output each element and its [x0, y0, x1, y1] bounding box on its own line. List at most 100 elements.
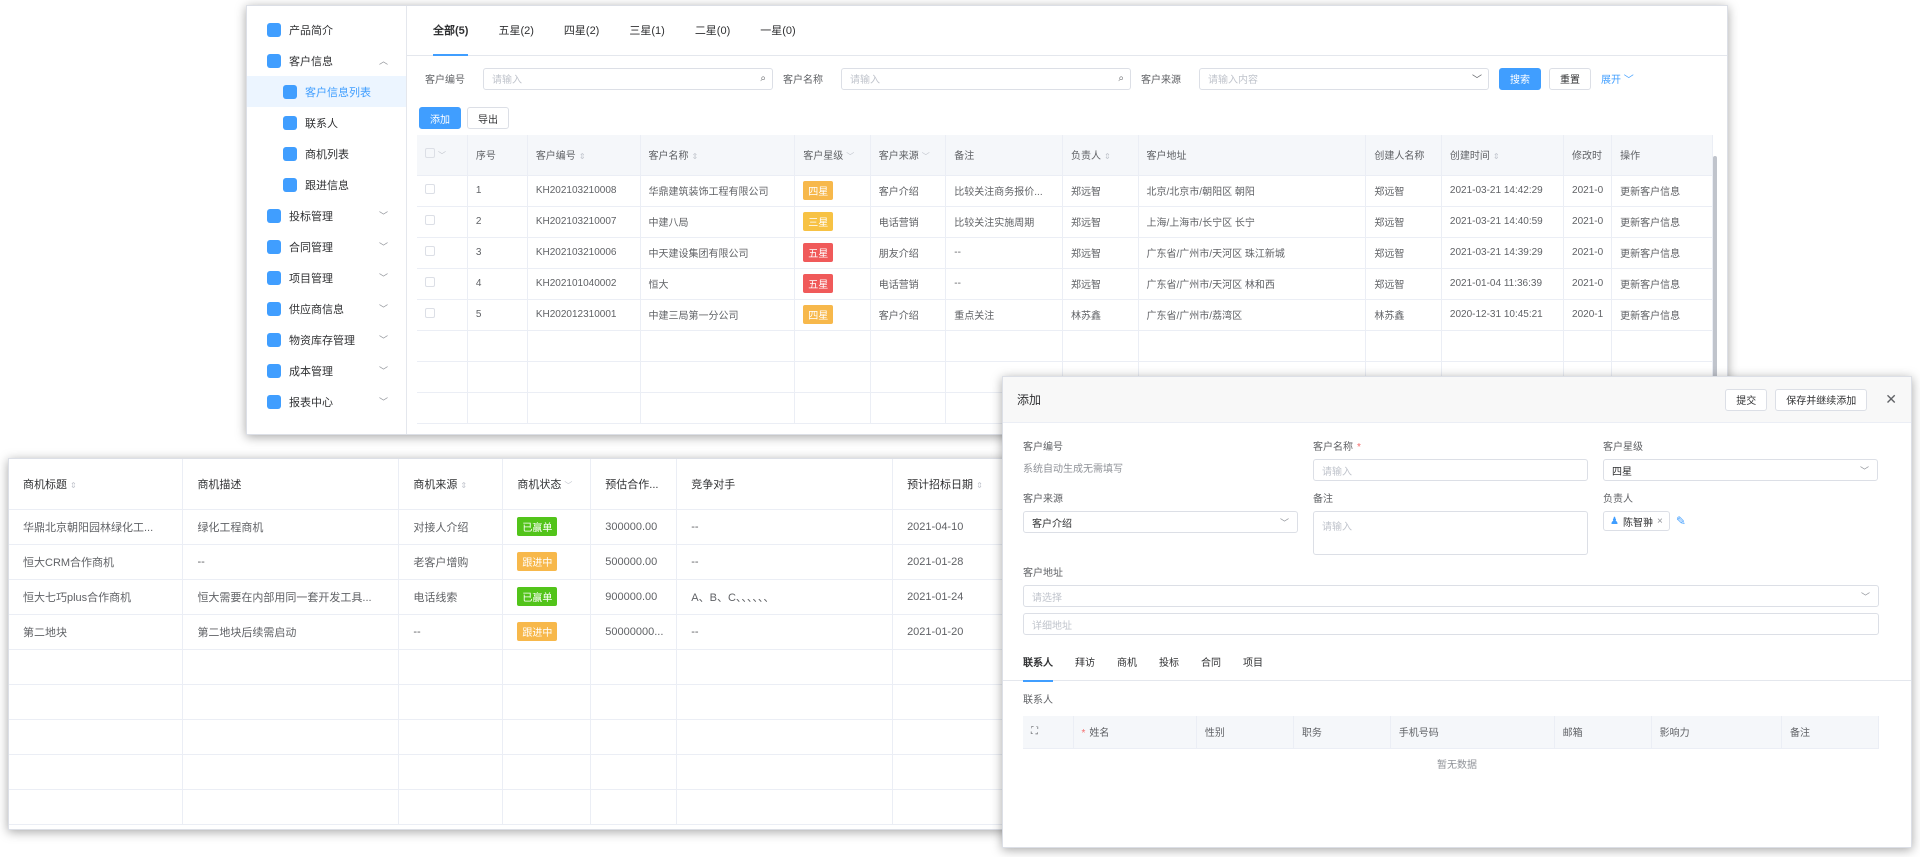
column-header[interactable]: 修改时	[1563, 135, 1613, 176]
empty-cell	[794, 330, 871, 362]
customer-icon	[267, 53, 281, 68]
sort-icon[interactable]: ⇕	[1104, 152, 1111, 161]
filter-icon[interactable]: ﹀	[846, 152, 854, 161]
tab-star[interactable]: 三星(1)	[629, 6, 664, 56]
column-header[interactable]: 备注	[945, 135, 1063, 176]
dialog-tab[interactable]: 拜访	[1075, 653, 1095, 681]
customer-source-select[interactable]: 请输入内容 ﹀	[1199, 67, 1489, 90]
note-textarea[interactable]: 请输入	[1313, 511, 1588, 555]
table-scrollbar[interactable]	[1713, 156, 1717, 386]
sidebar-item[interactable]: 投标管理 ﹀	[247, 200, 406, 231]
customer-name-input[interactable]: 请输入 ⌕	[841, 67, 1131, 90]
chevron-down-icon[interactable]: ﹀	[438, 151, 446, 160]
save-continue-button[interactable]: 保存并继续添加	[1775, 388, 1868, 411]
column-header-label: 商机标题	[23, 478, 67, 491]
detail-address-input[interactable]: 详细地址	[1023, 613, 1879, 635]
sidebar-item[interactable]: 供应商信息 ﹀	[247, 293, 406, 324]
column-header[interactable]: 商机描述	[182, 459, 400, 510]
dialog-tab[interactable]: 投标	[1159, 653, 1179, 681]
sort-icon[interactable]: ⇕	[1493, 152, 1500, 161]
sidebar-item[interactable]: 客户信息列表	[247, 76, 406, 107]
select-all-checkbox[interactable]	[425, 148, 435, 159]
submit-button[interactable]: 提交	[1725, 388, 1768, 411]
dialog-tab[interactable]: 联系人	[1023, 653, 1053, 682]
sidebar-item[interactable]: 合同管理 ﹀	[247, 231, 406, 262]
dialog-tab[interactable]: 商机	[1117, 653, 1137, 681]
sidebar-item[interactable]: 报表中心 ﹀	[247, 386, 406, 417]
tab-star[interactable]: 四星(2)	[564, 6, 599, 56]
customer-code-label: 客户编号	[425, 75, 465, 86]
column-header[interactable]: 操作	[1611, 135, 1713, 176]
tab-star[interactable]: 五星(2)	[498, 6, 533, 56]
column-header[interactable]: 客户地址	[1138, 135, 1367, 176]
cell-op[interactable]: 更新客户信息	[1611, 175, 1713, 207]
sidebar-item[interactable]: 跟进信息	[247, 169, 406, 200]
sidebar-item[interactable]: 项目管理 ﹀	[247, 262, 406, 293]
sort-icon[interactable]: ⇕	[70, 481, 77, 490]
column-header[interactable]: 创建时间 ⇕	[1441, 135, 1565, 176]
edit-icon[interactable]: ✎	[1676, 514, 1686, 528]
reset-button[interactable]: 重置	[1549, 67, 1591, 90]
sidebar-item[interactable]: 成本管理 ﹀	[247, 355, 406, 386]
search-icon[interactable]: ⌕	[1118, 73, 1124, 84]
owner-tag[interactable]: ♟ 陈智翀 ×	[1603, 511, 1670, 531]
sidebar-item[interactable]: 物资库存管理 ﹀	[247, 324, 406, 355]
search-icon[interactable]: ⌕	[760, 73, 766, 84]
column-header[interactable]: 商机状态 ﹀	[502, 459, 592, 510]
column-header[interactable]: 创建人名称	[1365, 135, 1442, 176]
cell-modified: 2021-0	[1563, 175, 1613, 207]
column-header[interactable]: 负责人 ⇕	[1062, 135, 1139, 176]
main-content: 全部(5) 五星(2) 四星(2) 三星(1) 二星(0) 一星(0) 客户编号 请输入 …	[407, 6, 1727, 434]
export-button[interactable]: 导出	[467, 107, 509, 129]
cell-op[interactable]: 更新客户信息	[1611, 299, 1713, 331]
cell-amount: 900000.00	[590, 579, 678, 615]
cell-op[interactable]: 更新客户信息	[1611, 268, 1713, 300]
remove-tag-icon[interactable]: ×	[1657, 516, 1663, 527]
sort-icon[interactable]: ⇕	[692, 152, 699, 161]
column-header[interactable]: 客户来源 ﹀	[870, 135, 947, 176]
address-select[interactable]: 请选择 ﹀	[1023, 585, 1879, 607]
customer-name-input[interactable]: 请输入	[1313, 459, 1588, 481]
sidebar-item[interactable]: 联系人	[247, 107, 406, 138]
dialog-tab[interactable]: 项目	[1243, 653, 1263, 681]
customer-code-input[interactable]: 请输入 ⌕	[483, 67, 773, 90]
column-header[interactable]: 竞争对手	[676, 459, 894, 510]
fullscreen-icon[interactable]: ⛶	[1031, 726, 1038, 737]
add-button[interactable]: 添加	[419, 107, 461, 129]
cell-op[interactable]: 更新客户信息	[1611, 206, 1713, 238]
customer-source-select[interactable]: 客户介绍 ﹀	[1023, 511, 1298, 533]
dialog-tab[interactable]: 合同	[1201, 653, 1221, 681]
customer-star-select[interactable]: 四星 ﹀	[1603, 459, 1878, 481]
sort-icon[interactable]: ⇕	[460, 481, 467, 490]
column-header[interactable]: 商机来源 ⇕	[398, 459, 504, 510]
row-checkbox[interactable]	[425, 215, 435, 225]
tab-star[interactable]: 全部(5)	[433, 6, 469, 56]
cell-op[interactable]: 更新客户信息	[1611, 237, 1713, 269]
chevron-down-icon: ﹀	[1472, 75, 1482, 86]
row-checkbox[interactable]	[425, 184, 435, 194]
search-button[interactable]: 搜索	[1499, 67, 1541, 90]
filter-icon[interactable]: ﹀	[564, 481, 572, 490]
column-header[interactable]: 客户编号 ⇕	[527, 135, 641, 176]
empty-cell	[640, 392, 796, 424]
empty-cell	[467, 392, 528, 424]
sidebar-item[interactable]: 商机列表	[247, 138, 406, 169]
column-header[interactable]: 客户星级 ﹀	[794, 135, 871, 176]
column-header[interactable]: 预估合作...	[590, 459, 678, 510]
sort-icon[interactable]: ⇕	[579, 152, 586, 161]
tab-star[interactable]: 二星(0)	[695, 6, 730, 56]
sort-icon[interactable]: ⇕	[976, 481, 983, 490]
close-icon[interactable]: ✕	[1885, 391, 1897, 408]
row-checkbox[interactable]	[425, 277, 435, 287]
column-header[interactable]: 客户名称 ⇕	[640, 135, 796, 176]
filter-icon[interactable]: ﹀	[922, 152, 930, 161]
column-header[interactable]: 序号	[467, 135, 528, 176]
row-checkbox[interactable]	[425, 308, 435, 318]
column-header-label: 商机来源	[413, 478, 458, 491]
column-header[interactable]: 商机标题 ⇕	[9, 459, 184, 510]
expand-link[interactable]: 展开 ﹀	[1601, 71, 1634, 86]
sidebar-item[interactable]: 客户信息 ︿	[247, 45, 406, 76]
sidebar-item[interactable]: 产品简介	[247, 14, 406, 45]
row-checkbox[interactable]	[425, 246, 435, 256]
tab-star[interactable]: 一星(0)	[760, 6, 795, 56]
